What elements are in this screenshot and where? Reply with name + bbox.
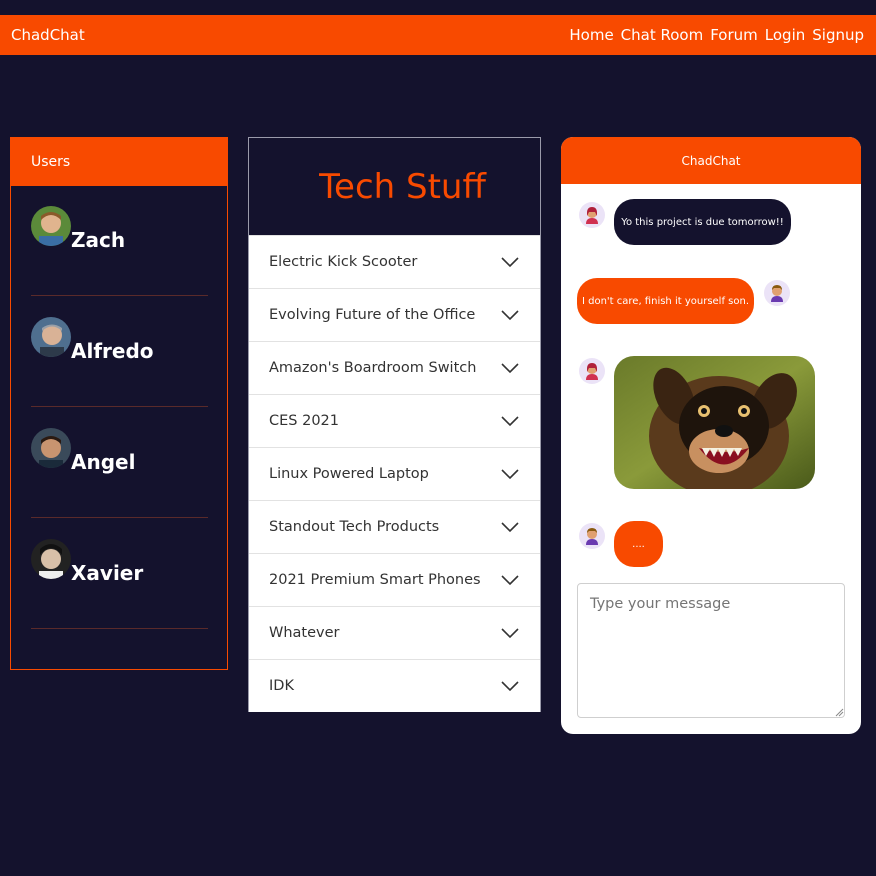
message-input[interactable] (577, 583, 845, 718)
female-avatar-icon (579, 358, 605, 384)
male-avatar-icon (579, 523, 605, 549)
users-header: Users (11, 138, 227, 186)
topic-label: Standout Tech Products (269, 519, 440, 535)
topic-item[interactable]: Evolving Future of the Office (249, 288, 540, 341)
nav-chat-room[interactable]: Chat Room (621, 26, 704, 44)
shared-image[interactable] (614, 356, 815, 489)
chevron-down-icon (501, 628, 519, 639)
chevron-down-icon (501, 522, 519, 533)
topics-panel: Tech Stuff Electric Kick Scooter Evolvin… (248, 137, 541, 712)
topic-item[interactable]: Whatever (249, 606, 540, 659)
topic-label: 2021 Premium Smart Phones (269, 572, 481, 588)
message-bubble: I don't care, finish it yourself son. (577, 278, 754, 324)
topic-item[interactable]: Standout Tech Products (249, 500, 540, 553)
message-bubble: Yo this project is due tomorrow!! (614, 199, 791, 245)
topic-item[interactable]: IDK (249, 659, 540, 712)
topic-label: Linux Powered Laptop (269, 466, 429, 482)
avatar (31, 206, 71, 246)
chevron-down-icon (501, 363, 519, 374)
users-panel: Users Zach Alfredo Angel Xavier (10, 137, 228, 670)
nav-home[interactable]: Home (569, 26, 613, 44)
topic-label: IDK (269, 678, 294, 694)
male-avatar-icon (764, 280, 790, 306)
topic-item[interactable]: Amazon's Boardroom Switch (249, 341, 540, 394)
brand-link[interactable]: ChadChat (11, 26, 85, 44)
topic-label: Amazon's Boardroom Switch (269, 360, 477, 376)
topic-item[interactable]: Electric Kick Scooter (249, 235, 540, 288)
resize-grip-icon[interactable] (834, 707, 844, 717)
user-name: Xavier (71, 561, 144, 585)
chevron-down-icon (501, 310, 519, 321)
typing-bubble: .... (614, 521, 663, 567)
user-name: Zach (71, 228, 126, 252)
chevron-down-icon (501, 416, 519, 427)
avatar (31, 539, 71, 579)
chevron-down-icon (501, 257, 519, 268)
nav-links: Home Chat Room Forum Login Signup (569, 26, 864, 44)
nav-signup[interactable]: Signup (812, 26, 864, 44)
topics-title: Tech Stuff (319, 166, 486, 207)
chevron-down-icon (501, 681, 519, 692)
chat-panel: ChadChat Yo this project is due tomorrow… (561, 137, 861, 734)
avatar (31, 317, 71, 357)
topic-label: Whatever (269, 625, 340, 641)
topic-label: Electric Kick Scooter (269, 254, 418, 270)
nav-login[interactable]: Login (765, 26, 805, 44)
chat-header: ChadChat (561, 137, 861, 184)
topic-label: Evolving Future of the Office (269, 307, 476, 323)
user-item-zach[interactable]: Zach (31, 206, 208, 296)
user-item-angel[interactable]: Angel (31, 428, 208, 518)
topic-item[interactable]: CES 2021 (249, 394, 540, 447)
user-item-xavier[interactable]: Xavier (31, 539, 208, 629)
topic-item[interactable]: Linux Powered Laptop (249, 447, 540, 500)
user-item-alfredo[interactable]: Alfredo (31, 317, 208, 407)
navbar: ChadChat Home Chat Room Forum Login Sign… (0, 15, 876, 55)
avatar (31, 428, 71, 468)
user-name: Angel (71, 450, 136, 474)
nav-forum[interactable]: Forum (710, 26, 758, 44)
chevron-down-icon (501, 575, 519, 586)
chevron-down-icon (501, 469, 519, 480)
topic-label: CES 2021 (269, 413, 340, 429)
user-name: Alfredo (71, 339, 154, 363)
topic-item[interactable]: 2021 Premium Smart Phones (249, 553, 540, 606)
female-avatar-icon (579, 202, 605, 228)
